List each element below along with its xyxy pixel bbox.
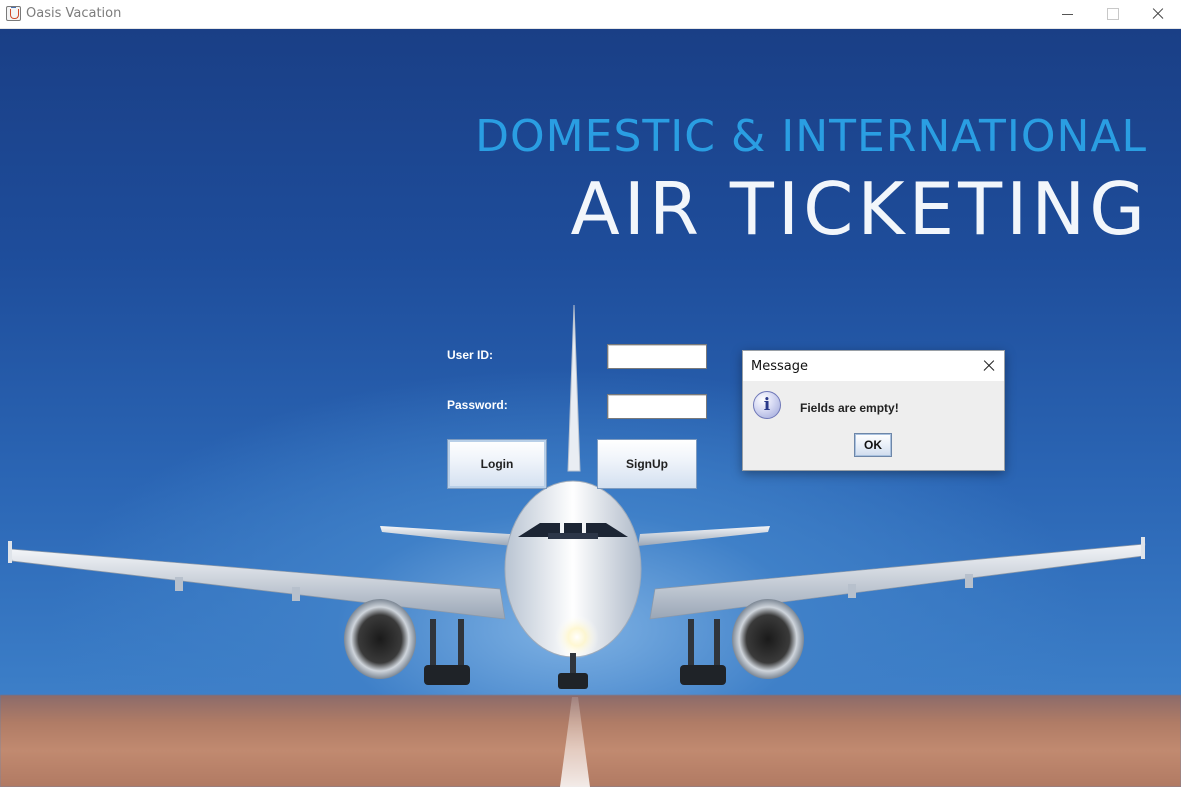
dialog-title: Message xyxy=(751,359,808,374)
userid-field[interactable] xyxy=(607,344,707,369)
java-app-icon xyxy=(6,6,21,21)
window-titlebar: Oasis Vacation xyxy=(0,0,1181,29)
minimize-button[interactable] xyxy=(1044,0,1090,29)
password-field[interactable] xyxy=(607,394,707,419)
info-icon: i xyxy=(753,391,781,419)
userid-label: User ID: xyxy=(447,348,494,362)
window-title: Oasis Vacation xyxy=(26,6,122,21)
banner-line-1: DOMESTIC & INTERNATIONAL xyxy=(475,111,1147,162)
message-dialog: Message i Fields are empty! OK xyxy=(742,350,1005,471)
dialog-close-icon[interactable] xyxy=(980,357,998,375)
banner-line-2: AIR TICKETING xyxy=(570,167,1149,251)
dialog-titlebar: Message xyxy=(743,351,1004,381)
dialog-message: Fields are empty! xyxy=(800,401,899,415)
password-label: Password: xyxy=(447,398,508,412)
signup-button[interactable]: SignUp xyxy=(597,439,697,489)
login-button[interactable]: Login xyxy=(447,439,547,489)
maximize-button[interactable] xyxy=(1089,0,1135,29)
ok-button[interactable]: OK xyxy=(854,433,892,457)
close-window-button[interactable] xyxy=(1135,0,1181,29)
